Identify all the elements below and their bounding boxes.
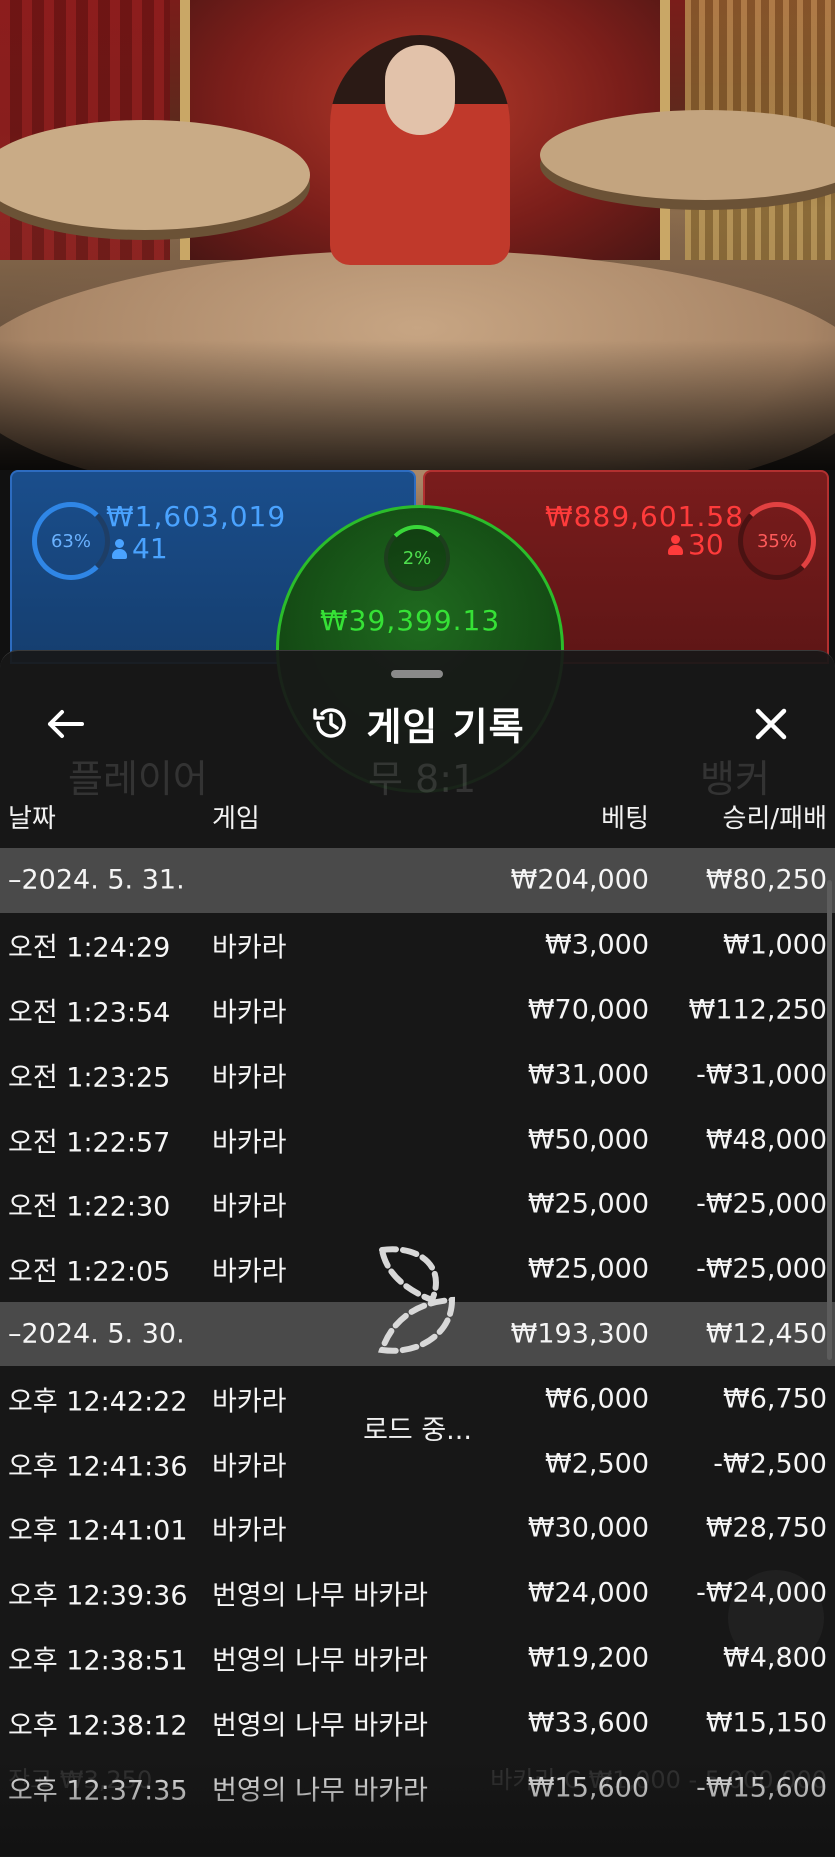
history-row[interactable]: 오후 12:37:35 번영의 나무 바카라 ₩15,600 -₩15,600 <box>0 1755 835 1820</box>
ghost-player-label: 플레이어 <box>68 757 208 801</box>
history-row[interactable]: 오전 1:22:57 바카라 ₩50,000 ₩48,000 <box>0 1107 835 1172</box>
ghost-banker-label: 뱅커 <box>700 757 770 801</box>
banker-percent-ring: 35% <box>738 502 816 580</box>
sheet-title: 게임 기록 <box>366 704 525 749</box>
close-button[interactable] <box>746 699 796 749</box>
history-row[interactable]: 오후 12:38:51 번영의 나무 바카라 ₩19,200 ₩4,800 <box>0 1626 835 1691</box>
history-row[interactable]: 오후 12:38:12 번영의 나무 바카라 ₩33,600 ₩15,150 <box>0 1690 835 1755</box>
player-percent: 63% <box>50 530 91 552</box>
history-row[interactable]: 오후 12:41:01 바카라 ₩30,000 ₩28,750 <box>0 1496 835 1561</box>
live-dealer-video <box>0 0 835 510</box>
day-summary-row[interactable]: –2024. 5. 31. ₩204,000 ₩80,250 <box>0 848 835 913</box>
player-bettor-count: 41 <box>112 532 168 565</box>
close-icon <box>755 708 787 740</box>
history-row[interactable]: 오전 1:23:25 바카라 ₩31,000 -₩31,000 <box>0 1042 835 1107</box>
tie-total-amount: ₩39,399.13 <box>320 604 501 637</box>
person-icon <box>112 538 127 559</box>
history-table-header: 날짜 게임 베팅 승리/패배 <box>0 798 835 838</box>
history-row[interactable]: 오후 12:39:36 번영의 나무 바카라 ₩24,000 -₩24,000 <box>0 1561 835 1626</box>
player-total-amount: ₩1,603,019 <box>106 500 287 533</box>
player-percent-ring: 63% <box>32 502 110 580</box>
tie-percent: 2% <box>402 547 432 569</box>
banker-bettor-count: 30 <box>668 528 724 561</box>
loading-text: 로드 중... <box>363 1415 472 1446</box>
dealer-face <box>385 45 455 135</box>
column-game: 게임 <box>212 804 260 834</box>
sheet-drag-handle[interactable] <box>391 670 443 678</box>
person-icon <box>668 534 683 555</box>
history-row[interactable]: 오전 1:23:54 바카라 ₩70,000 ₩112,250 <box>0 978 835 1043</box>
column-result: 승리/패배 <box>722 804 827 834</box>
ghost-tie-label: 무 8:1 <box>368 757 477 801</box>
column-date: 날짜 <box>8 804 56 834</box>
column-bet: 베팅 <box>601 804 649 834</box>
tie-percent-ring: 2% <box>384 525 450 591</box>
history-icon <box>313 708 347 738</box>
loading-spinner-icon <box>378 1246 456 1354</box>
history-row[interactable]: 오전 1:24:29 바카라 ₩3,000 ₩1,000 <box>0 913 835 978</box>
banker-percent: 35% <box>756 530 797 552</box>
list-scrollbar[interactable] <box>827 880 832 1360</box>
history-row[interactable]: 오전 1:22:30 바카라 ₩25,000 -₩25,000 <box>0 1172 835 1237</box>
sheet-header: 게임 기록 <box>0 695 835 751</box>
